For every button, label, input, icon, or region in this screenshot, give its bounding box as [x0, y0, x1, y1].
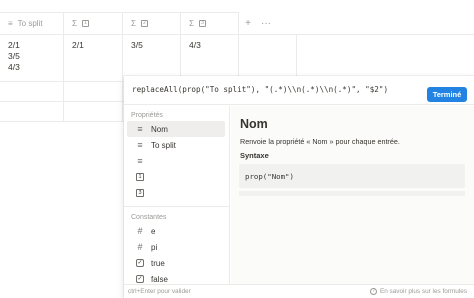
text-lines-icon: ≡: [137, 140, 143, 150]
cell-1[interactable]: 2/1: [64, 35, 123, 81]
text-lines-icon: ≡: [8, 19, 13, 28]
keyboard-hint: ctrl+Enter pour valider: [128, 288, 191, 295]
empty-cell[interactable]: [0, 102, 64, 121]
cell-formula[interactable]: [239, 35, 297, 81]
properties-section-title: Propriétés: [131, 111, 163, 119]
property-item-nom[interactable]: ≡ Nom: [127, 121, 225, 137]
empty-cell[interactable]: [64, 102, 123, 121]
formula-input[interactable]: replaceAll(prop("To split"), "(.*)\\n(.*…: [132, 85, 388, 94]
syntax-code: prop("Nom"): [245, 172, 294, 181]
column-header-to-split[interactable]: ≡ To split: [0, 12, 64, 34]
sigma-icon: Σ: [131, 19, 136, 28]
text-lines-icon: ≡: [137, 124, 143, 134]
constant-label: e: [151, 226, 156, 236]
hash-icon: #: [137, 242, 143, 252]
box-icon: 1: [81, 20, 89, 27]
constants-section-title: Constantes: [131, 213, 167, 221]
documentation-panel: Nom Renvoie la propriété « Nom » pour ch…: [231, 106, 474, 284]
formula-help-link[interactable]: ? En savoir plus sur les formules: [369, 288, 467, 295]
formula-editor-popup: replaceAll(prop("To split"), "(.*)\\n(.*…: [124, 76, 474, 298]
doc-title: Nom: [240, 117, 268, 131]
doc-syntax-label: Syntaxe: [240, 151, 269, 160]
box-icon: 3: [198, 20, 206, 27]
constant-item-true[interactable]: ✓ true: [124, 255, 225, 271]
cell-to-split[interactable]: 2/1 3/5 4/3: [0, 35, 64, 81]
table-row: 2/1 3/5 4/3 2/1 3/5 4/3: [0, 34, 474, 81]
constant-item-e[interactable]: # e: [124, 223, 225, 239]
constant-item-pi[interactable]: # pi: [124, 239, 225, 255]
section-divider: [124, 206, 229, 207]
hash-icon: #: [137, 226, 143, 236]
property-item-to-split[interactable]: ≡ To split: [124, 137, 225, 153]
formula-bar: replaceAll(prop("To split"), "(.*)\\n(.*…: [124, 76, 474, 105]
doc-description: Renvoie la propriété « Nom » pour chaque…: [240, 137, 400, 146]
syntax-code-block: prop("Nom"): [239, 164, 465, 188]
property-item-unnamed[interactable]: ≡: [124, 153, 225, 169]
checkbox-icon: ✓: [136, 275, 144, 283]
popup-footer: ctrl+Enter pour valider ? En savoir plus…: [124, 284, 474, 298]
box-icon: 2: [140, 20, 148, 27]
empty-cell[interactable]: [64, 82, 123, 101]
table-header: ≡ To split Σ 1 Σ 2 Σ 3 + ···: [0, 12, 474, 34]
add-column-button[interactable]: +: [239, 12, 257, 34]
box-icon: 3: [136, 189, 144, 197]
cell-2[interactable]: 3/5: [123, 35, 181, 81]
column-label: To split: [17, 19, 43, 28]
constant-label: false: [151, 274, 168, 284]
box-icon: 1: [136, 173, 144, 181]
question-icon: ?: [369, 288, 377, 295]
property-item-1[interactable]: 1: [124, 169, 225, 185]
sigma-icon: Σ: [72, 19, 77, 28]
column-header-2[interactable]: Σ 2: [123, 12, 181, 34]
constant-label: pi: [151, 242, 158, 252]
empty-cell[interactable]: [0, 82, 64, 101]
cell-3[interactable]: 4/3: [181, 35, 239, 81]
property-item-3[interactable]: 3: [124, 185, 225, 201]
constant-label: true: [151, 258, 165, 268]
code-block-end: [239, 191, 465, 196]
text-lines-icon: ≡: [137, 156, 143, 166]
property-label: To split: [151, 140, 176, 150]
constant-item-false[interactable]: ✓ false: [124, 271, 225, 284]
column-header-1[interactable]: Σ 1: [64, 12, 123, 34]
done-button[interactable]: Terminé: [427, 87, 467, 102]
property-label: Nom: [151, 124, 168, 134]
checkbox-icon: ✓: [136, 259, 144, 267]
sigma-icon: Σ: [189, 19, 194, 28]
reference-list: Propriétés ≡ Nom ≡ To split ≡ 1 3 Consta…: [124, 106, 230, 284]
help-link-label: En savoir plus sur les formules: [379, 288, 467, 295]
more-options-button[interactable]: ···: [257, 12, 275, 34]
column-header-3[interactable]: Σ 3: [181, 12, 239, 34]
